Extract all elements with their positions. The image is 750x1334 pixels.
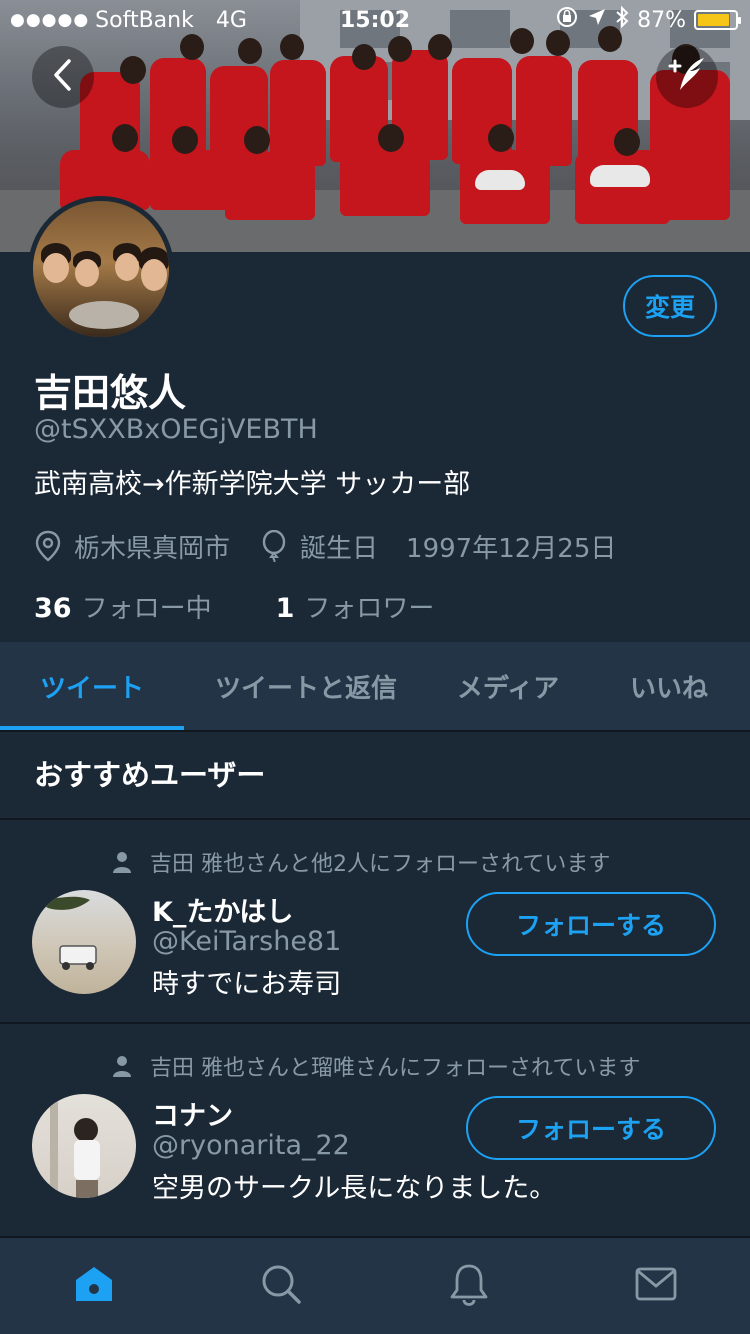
social-context-text: 吉田 雅也さんと瑠唯さんにフォローされています: [150, 1056, 641, 1081]
profile-location: 栃木県真岡市: [74, 533, 231, 564]
status-bar: ●●●●● SoftBank 4G 15:02 87%: [0, 0, 750, 40]
tab-media[interactable]: メディア: [428, 642, 588, 730]
profile-bio: 武南高校→作新学院大学 サッカー部: [34, 469, 471, 500]
following-label: フォロー中: [81, 594, 212, 624]
tab-tweets[interactable]: ツイート: [0, 642, 184, 730]
follow-counts: 36 フォロー中 1 フォロワー: [34, 588, 434, 625]
location-pin-icon: [34, 530, 62, 562]
following-stat[interactable]: 36 フォロー中: [34, 588, 212, 625]
social-context-text: 吉田 雅也さんと他2人にフォローされています: [150, 852, 611, 877]
home-icon: [72, 1264, 116, 1308]
notifications-icon: [449, 1262, 489, 1310]
tab-tweets-and-replies[interactable]: ツイートと返信: [184, 642, 428, 730]
suggestions-title: おすすめユーザー: [34, 758, 266, 792]
user-handle: @KeiTarshe81: [152, 926, 342, 957]
battery-percent: 87%: [637, 7, 686, 33]
user-bio: 空男のサークル長になりました。: [152, 1173, 557, 1204]
edit-profile-button[interactable]: 変更: [623, 275, 717, 337]
bluetooth-icon: [615, 5, 629, 35]
back-button[interactable]: [32, 46, 94, 108]
compose-tweet-button[interactable]: [656, 46, 718, 108]
signal-strength: ●●●●●: [10, 10, 90, 30]
nav-notifications[interactable]: [375, 1238, 563, 1334]
tab-likes[interactable]: いいね: [588, 642, 750, 730]
rotation-lock-icon: [555, 5, 579, 35]
user-bio: 時すでにお寿司: [152, 969, 342, 1000]
tabs-divider: [0, 730, 750, 732]
profile-avatar[interactable]: [28, 196, 174, 342]
person-icon: [112, 851, 132, 873]
profile-name: 吉田悠人: [34, 371, 187, 415]
suggested-user-card[interactable]: 吉田 雅也さんと他2人にフォローされています K_たかはし @KeiTarshe…: [0, 820, 750, 1024]
followers-count: 1: [275, 593, 295, 624]
battery-level: [698, 14, 730, 26]
birthday-label: 誕生日: [300, 533, 379, 564]
search-icon: [260, 1263, 302, 1309]
user-name[interactable]: K_たかはし: [152, 890, 293, 929]
messages-icon: [635, 1266, 677, 1306]
battery-icon: [694, 10, 741, 30]
user-avatar[interactable]: [32, 890, 136, 994]
chevron-left-icon: [52, 58, 74, 96]
follow-button[interactable]: フォローする: [466, 1096, 716, 1160]
social-context: 吉田 雅也さんと他2人にフォローされています: [112, 846, 610, 878]
carrier-name: SoftBank: [95, 7, 194, 33]
nav-home[interactable]: [0, 1238, 188, 1334]
bottom-nav: [0, 1236, 750, 1334]
location-icon: [587, 7, 607, 33]
user-avatar[interactable]: [32, 1094, 136, 1198]
compose-tweet-icon: [666, 54, 708, 100]
birthday-date: 1997年12月25日: [406, 533, 617, 564]
profile-handle: @tSXXBxOEGjVEBTH: [34, 414, 318, 445]
user-name[interactable]: コナン: [152, 1094, 233, 1133]
network-type: 4G: [215, 7, 247, 33]
balloon-icon: [260, 530, 288, 562]
user-handle: @ryonarita_22: [152, 1130, 350, 1161]
social-context: 吉田 雅也さんと瑠唯さんにフォローされています: [112, 1050, 640, 1082]
profile-meta: 栃木県真岡市 誕生日 1997年12月25日: [34, 528, 616, 564]
profile-tabs: ツイート ツイートと返信 メディア いいね: [0, 642, 750, 730]
suggested-user-card[interactable]: 吉田 雅也さんと瑠唯さんにフォローされています コナン @ryonarita_2…: [0, 1024, 750, 1228]
person-icon: [112, 1055, 132, 1077]
nav-messages[interactable]: [563, 1238, 750, 1334]
follow-button[interactable]: フォローする: [466, 892, 716, 956]
following-count: 36: [34, 593, 72, 624]
nav-search[interactable]: [188, 1238, 376, 1334]
followers-stat[interactable]: 1 フォロワー: [276, 588, 435, 625]
followers-label: フォロワー: [304, 594, 435, 624]
